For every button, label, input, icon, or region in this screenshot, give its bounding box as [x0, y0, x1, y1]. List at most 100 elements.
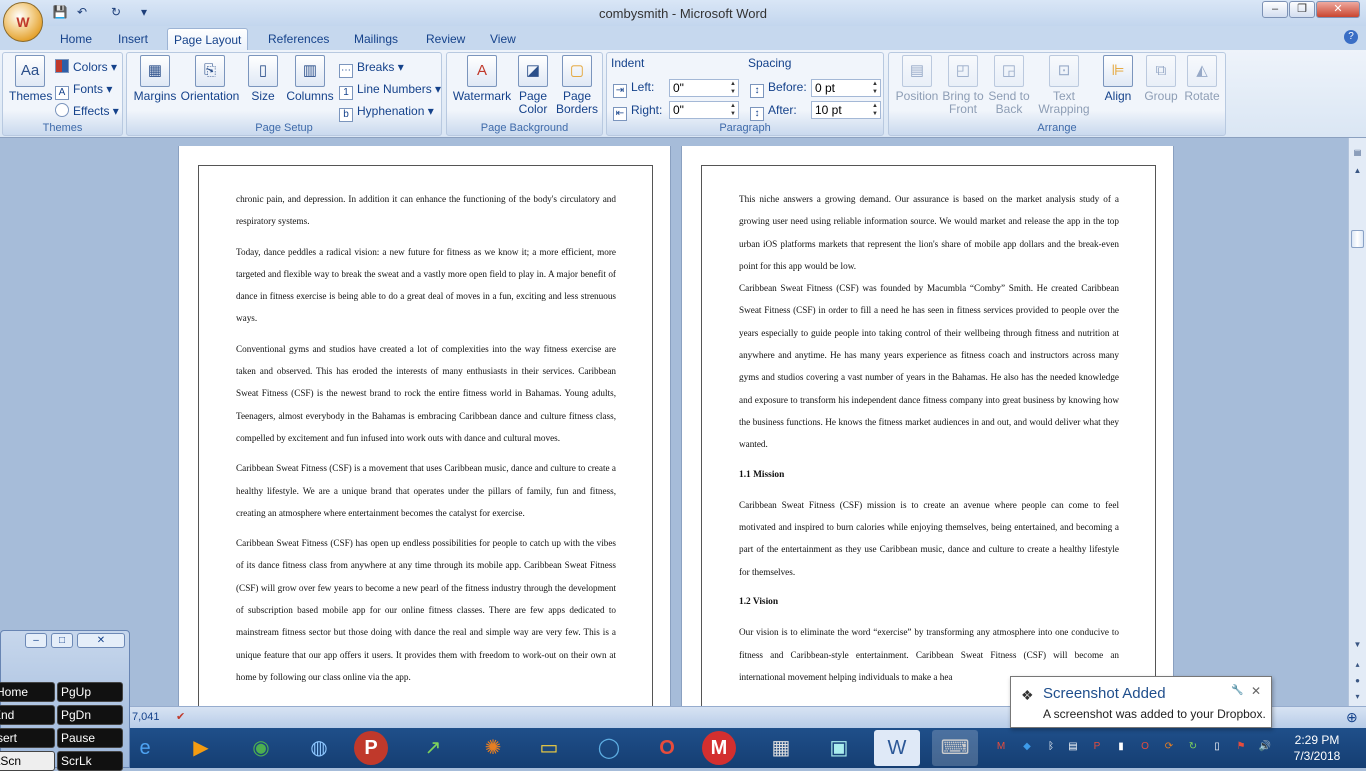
osk-key-end[interactable]: End	[0, 705, 55, 725]
network-tray-icon[interactable]: ▤	[1066, 740, 1080, 754]
refresh-tray-icon[interactable]: ↻	[1186, 740, 1200, 754]
document-page-right[interactable]: This niche answers a growing demand. Our…	[681, 146, 1174, 706]
columns-button[interactable]: ▥ Columns	[285, 55, 335, 103]
page-borders-button[interactable]: ▢ Page Borders	[555, 55, 599, 116]
toast-close-icon[interactable]: ✕	[1251, 684, 1261, 698]
file-explorer-icon[interactable]: ▭	[526, 730, 572, 766]
osk-key-pgdn[interactable]: PgDn	[57, 705, 123, 725]
size-button[interactable]: ▯ Size	[245, 55, 281, 103]
group-button[interactable]: ⧉ Group	[1141, 55, 1181, 103]
orientation-button[interactable]: ⎘ Orientation	[179, 55, 241, 103]
power-tray-icon[interactable]: ▯	[1210, 740, 1224, 754]
watermark-button[interactable]: A Watermark	[451, 55, 513, 103]
indent-right-label: ⇤ Right:	[613, 100, 662, 121]
zoom-in-icon[interactable]: ⊕	[1346, 709, 1358, 726]
text-wrapping-icon: ⊡	[1049, 55, 1079, 87]
next-page-icon[interactable]: ▾	[1350, 690, 1365, 704]
position-button[interactable]: ▤ Position	[893, 55, 941, 103]
flag-tray-icon[interactable]: ⚑	[1234, 740, 1248, 754]
indent-left-label: ⇥ Left:	[613, 77, 654, 98]
line-numbers-button[interactable]: 1 Line Numbers ▾	[339, 79, 441, 100]
osk-key-pause[interactable]: Pause	[57, 728, 123, 748]
calculator-icon[interactable]: ▦	[758, 730, 804, 766]
tab-page-layout[interactable]: Page Layout	[167, 28, 249, 50]
tab-home[interactable]: Home	[54, 28, 98, 50]
indent-left-input[interactable]: 0"	[669, 79, 739, 97]
word-taskbar-icon[interactable]: W	[874, 730, 920, 766]
hyphenation-button[interactable]: b Hyphenation ▾	[339, 101, 434, 122]
bring-to-front-icon: ◰	[948, 55, 978, 87]
breaks-button[interactable]: ⋯ Breaks ▾	[339, 57, 404, 78]
browse-object-icon[interactable]: ●	[1350, 674, 1365, 688]
clock[interactable]: 2:29 PM 7/3/2018	[1286, 732, 1348, 764]
minimize-button[interactable]: –	[1262, 1, 1288, 18]
osk-close-button[interactable]: ✕	[77, 633, 125, 648]
page-setup-group: ▦ Margins ⎘ Orientation ▯ Size ▥ Columns ⋯ Br…	[126, 52, 442, 136]
proofing-icon[interactable]: ✔	[176, 710, 185, 723]
pocket-tray-icon[interactable]: P	[1090, 740, 1104, 754]
page-color-button[interactable]: ◪ Page Color	[515, 55, 551, 116]
tab-insert[interactable]: Insert	[112, 28, 154, 50]
scroll-down-icon[interactable]: ▼	[1350, 638, 1365, 652]
spacing-label: Spacing	[748, 56, 792, 70]
control-panel-icon[interactable]: ▣	[816, 730, 862, 766]
opera-tray-icon[interactable]: O	[1138, 740, 1152, 754]
scroll-up-icon[interactable]: ▲	[1350, 164, 1365, 178]
osk-maximize-button[interactable]: □	[51, 633, 73, 648]
volume-tray-icon[interactable]: 🔊	[1258, 740, 1272, 754]
swirl-app-icon[interactable]: ✺	[470, 730, 516, 766]
spacing-after-input[interactable]: 10 pt	[811, 101, 881, 119]
indent-right-input[interactable]: 0"	[669, 101, 739, 119]
osk-key-insert[interactable]: Insert	[0, 728, 55, 748]
text-wrapping-button[interactable]: ⊡ Text Wrapping	[1037, 55, 1091, 116]
osk-minimize-button[interactable]: –	[25, 633, 47, 648]
page-left-text: chronic pain, and depression. In additio…	[236, 188, 616, 696]
align-button[interactable]: ⊫ Align	[1099, 55, 1137, 103]
word-count[interactable]: 7,041	[132, 711, 160, 723]
tab-references[interactable]: References	[262, 28, 335, 50]
spacing-before-input[interactable]: 0 pt	[811, 79, 881, 97]
scroll-thumb[interactable]	[1351, 230, 1364, 248]
bluetooth-tray-icon[interactable]: ᛒ	[1044, 740, 1058, 754]
themes-button[interactable]: Aa Themes	[9, 55, 52, 103]
help-icon[interactable]: ?	[1344, 30, 1358, 44]
gmail-icon[interactable]: M	[702, 731, 736, 765]
page-setup-group-label: Page Setup	[255, 122, 313, 134]
osk-key-prtscn[interactable]: PrtScn	[0, 751, 55, 771]
pocket-app-icon[interactable]: P	[354, 731, 388, 765]
tab-view[interactable]: View	[484, 28, 522, 50]
effects-button[interactable]: Effects ▾	[55, 101, 119, 121]
osk-key-pgup[interactable]: PgUp	[57, 682, 123, 702]
settings-icon[interactable]: 🔧	[1231, 685, 1243, 696]
rotate-button[interactable]: ◭ Rotate	[1181, 55, 1223, 103]
fonts-button[interactable]: A Fonts ▾	[55, 79, 112, 100]
office-button[interactable]: W	[3, 2, 43, 42]
document-page-left[interactable]: chronic pain, and depression. In additio…	[178, 146, 671, 706]
on-screen-keyboard-icon[interactable]: ⌨	[932, 730, 978, 766]
notification-toast[interactable]: ❖ Screenshot Added A screenshot was adde…	[1010, 676, 1272, 728]
bring-to-front-button[interactable]: ◰ Bring to Front	[939, 55, 987, 116]
chromium-icon[interactable]: ◯	[586, 730, 632, 766]
close-button[interactable]: ✕	[1316, 1, 1360, 18]
maximize-button[interactable]: ❐	[1289, 1, 1315, 18]
antivirus-tray-icon[interactable]: M	[994, 740, 1008, 754]
margins-button[interactable]: ▦ Margins	[133, 55, 177, 103]
sync-tray-icon[interactable]: ⟳	[1162, 740, 1176, 754]
tab-mailings[interactable]: Mailings	[348, 28, 404, 50]
dropbox-tray-icon[interactable]: ◆	[1020, 740, 1034, 754]
chrome-icon[interactable]: ◉	[238, 730, 284, 766]
colors-button[interactable]: Colors ▾	[55, 57, 117, 77]
send-to-back-button[interactable]: ◲ Send to Back	[987, 55, 1031, 116]
osk-key-scrlk[interactable]: ScrLk	[57, 751, 123, 771]
chart-app-icon[interactable]: ↗	[410, 730, 456, 766]
tab-review[interactable]: Review	[420, 28, 471, 50]
opera-icon[interactable]: O	[644, 730, 690, 766]
hyphenation-icon: b	[339, 108, 353, 122]
ruler-toggle-icon[interactable]: ▤	[1350, 146, 1365, 160]
media-player-icon[interactable]: ▶	[178, 730, 224, 766]
previous-page-icon[interactable]: ▴	[1350, 658, 1365, 672]
device-tray-icon[interactable]: ▮	[1114, 740, 1128, 754]
globe-icon[interactable]: ◍	[296, 730, 342, 766]
vertical-scrollbar[interactable]: ▤ ▲ ▼ ▴ ● ▾	[1348, 138, 1366, 706]
osk-key-home[interactable]: Home	[0, 682, 55, 702]
